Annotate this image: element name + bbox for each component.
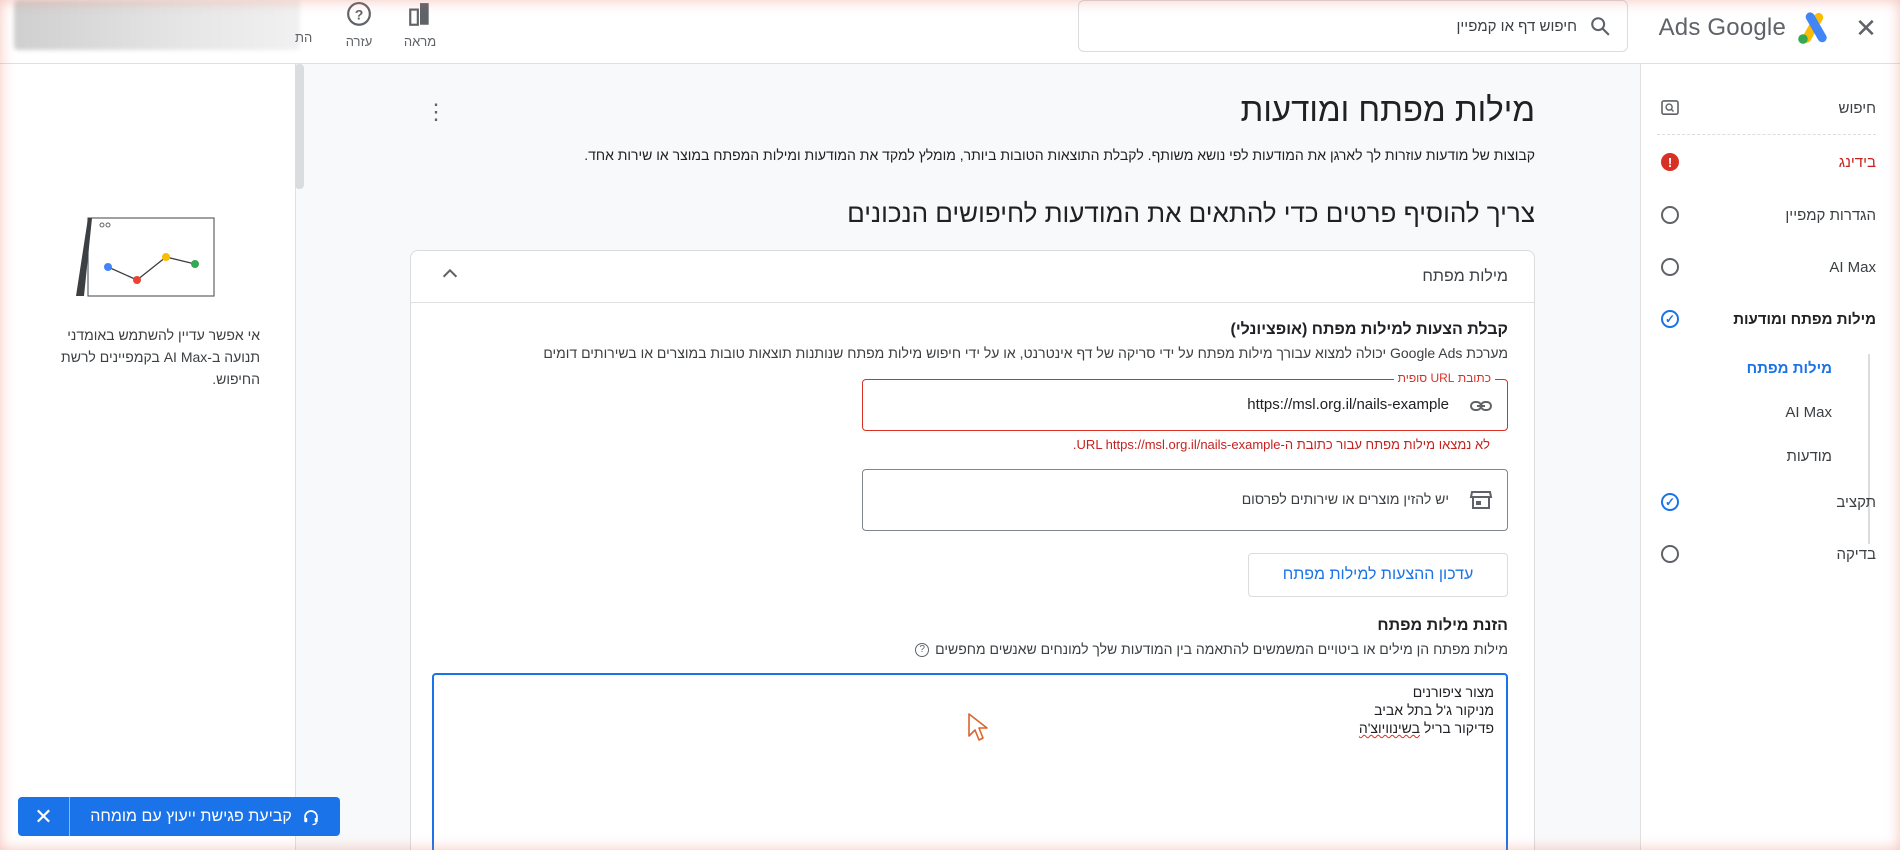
- left-panel-scrollbar[interactable]: [295, 64, 304, 189]
- help-circle-icon[interactable]: ?: [915, 643, 930, 658]
- nav-item-label: תקציב: [1836, 493, 1876, 511]
- nav-item-keywords-ads[interactable]: מילות מפתח ומודעות ✓: [1661, 305, 1876, 333]
- blurred-account-area: [14, 0, 300, 50]
- nav-subitem-ai-max[interactable]: AI Max: [1661, 398, 1832, 426]
- appearance-label: מראה: [403, 34, 437, 49]
- keywords-card-header[interactable]: מילות מפתח: [411, 251, 1534, 303]
- nav-subitem-label: מודעות: [1786, 447, 1832, 465]
- help-label: עזרה: [345, 34, 373, 49]
- nav-item-label: מילות מפתח ומודעות: [1733, 310, 1876, 328]
- nav-item-review[interactable]: בדיקה: [1661, 540, 1876, 568]
- update-suggestions-button[interactable]: עדכון ההצעות למילות מפתח: [1248, 553, 1508, 597]
- page-subtitle: קבוצות של מודעות עוזרות לך לארגן את המוד…: [584, 147, 1535, 163]
- nav-item-label: הגדרות קמפיין: [1785, 206, 1876, 224]
- card-title: מילות מפתח: [1422, 268, 1508, 285]
- step-empty-icon: [1661, 545, 1679, 563]
- nav-divider: [1657, 134, 1876, 135]
- suggestions-title: קבלת הצעות למילות מפתח (אופציונלי): [1230, 321, 1508, 338]
- google-ads-mark-icon: [1798, 12, 1827, 44]
- google-ads-logo: Ads Google: [1659, 10, 1832, 46]
- brand-name: Ads Google: [1658, 14, 1786, 41]
- campaign-steps-nav: חיפוש בידינג ! הגדרות קמפיין AI Max מילו…: [1640, 64, 1900, 850]
- headset-icon: [303, 809, 318, 825]
- nav-subitem-ads[interactable]: מודעות: [1661, 442, 1832, 470]
- chevron-up-icon[interactable]: [439, 263, 461, 285]
- suggestions-description: מערכת Google Ads יכולה למצוא עבורך מילות…: [543, 345, 1508, 361]
- final-url-value: https://msl.org.il/nails-example: [1247, 396, 1449, 413]
- close-consult-icon[interactable]: ✕: [18, 797, 70, 836]
- misspelled-word: בשינוויוצ'ה: [1358, 720, 1420, 736]
- help-icon: ?: [347, 2, 371, 26]
- nav-item-label: חיפוש: [1838, 99, 1876, 117]
- products-services-input[interactable]: יש להזין מוצרים או שירותים לפרסום: [862, 469, 1508, 531]
- enter-keywords-title: הזנת מילות מפתח: [1377, 617, 1508, 634]
- search-campaign-icon: [1661, 100, 1679, 116]
- nav-item-search[interactable]: חיפוש: [1661, 94, 1876, 122]
- products-placeholder: יש להזין מוצרים או שירותים לפרסום: [1241, 491, 1449, 507]
- nav-subitem-keywords[interactable]: מילות מפתח: [1661, 354, 1832, 382]
- nav-subitem-label: AI Max: [1785, 403, 1832, 421]
- nav-item-label: בידינג: [1838, 153, 1876, 171]
- check-icon: ✓: [1661, 310, 1679, 328]
- close-icon[interactable]: ✕: [1848, 10, 1884, 46]
- expert-consult-bar: ✕ קביעת פגישת ייעוץ עם מומחה: [18, 797, 340, 836]
- svg-text:?: ?: [355, 6, 364, 22]
- notifications-label: הת: [295, 30, 313, 45]
- nav-item-label: AI Max: [1829, 258, 1876, 276]
- enter-keywords-text: מילות מפתח הן מילים או ביטויים המשמשים ל…: [935, 641, 1508, 657]
- step-empty-icon: [1661, 258, 1679, 276]
- appearance-button[interactable]: מראה: [390, 0, 450, 49]
- consult-label: קביעת פגישת ייעוץ עם מומחה: [90, 807, 292, 825]
- traffic-chart-illustration-icon: [76, 217, 215, 297]
- appearance-icon: [409, 3, 429, 26]
- section-heading: צריך להוסיף פרטים כדי להתאים את המודעות …: [847, 198, 1535, 228]
- storefront-icon: [1469, 491, 1493, 509]
- page-title: מילות מפתח ומודעות: [1240, 91, 1535, 128]
- keyword-text: פדיקור בריל: [1420, 720, 1494, 736]
- nav-item-campaign-settings[interactable]: הגדרות קמפיין: [1661, 201, 1876, 229]
- final-url-field[interactable]: כתובת URL סופית https://msl.org.il/nails…: [862, 371, 1508, 431]
- nav-item-ai-max[interactable]: AI Max: [1661, 253, 1876, 281]
- step-empty-icon: [1661, 206, 1679, 224]
- nav-item-budget[interactable]: תקציב ✓: [1661, 488, 1876, 516]
- nav-item-label: בדיקה: [1836, 545, 1876, 563]
- error-icon: !: [1661, 153, 1679, 171]
- book-consultation-button[interactable]: קביעת פגישת ייעוץ עם מומחה: [70, 797, 340, 836]
- final-url-label: כתובת URL סופית: [1393, 371, 1495, 385]
- check-icon: ✓: [1661, 493, 1679, 511]
- link-icon: [1470, 401, 1492, 411]
- top-header: ✕ Ads Google חיפוש דף או קמפיין מראה ? ע…: [0, 0, 1900, 64]
- nav-item-bidding[interactable]: בידינג !: [1661, 148, 1876, 176]
- enter-keywords-description: מילות מפתח הן מילים או ביטויים המשמשים ל…: [915, 641, 1508, 658]
- keywords-card: מילות מפתח קבלת הצעות למילות מפתח (אופצי…: [410, 250, 1535, 850]
- keywords-textarea[interactable]: מצור ציפורנים מניקור ג'ל בתל אביב פדיקור…: [432, 673, 1508, 850]
- search-icon: [1591, 17, 1610, 36]
- help-button[interactable]: ? עזרה: [329, 0, 389, 49]
- search-placeholder: חיפוש דף או קמפיין: [1456, 17, 1577, 35]
- keyword-line: מצור ציפורנים: [1412, 684, 1494, 700]
- ai-max-estimate-note: אי אפשר עדיין להשתמש באומדני תנועה ב-AI …: [61, 327, 260, 387]
- url-error-message: לא נמצאו מילות מפתח עבור כתובת ה-URL htt…: [1072, 437, 1490, 452]
- estimates-panel: אי אפשר עדיין להשתמש באומדני תנועה ב-AI …: [0, 64, 296, 850]
- search-input[interactable]: חיפוש דף או קמפיין: [1078, 0, 1628, 52]
- more-options-icon[interactable]: ⋮: [425, 101, 447, 123]
- nav-subitem-label: מילות מפתח: [1746, 359, 1832, 377]
- mouse-cursor-icon: [968, 713, 988, 741]
